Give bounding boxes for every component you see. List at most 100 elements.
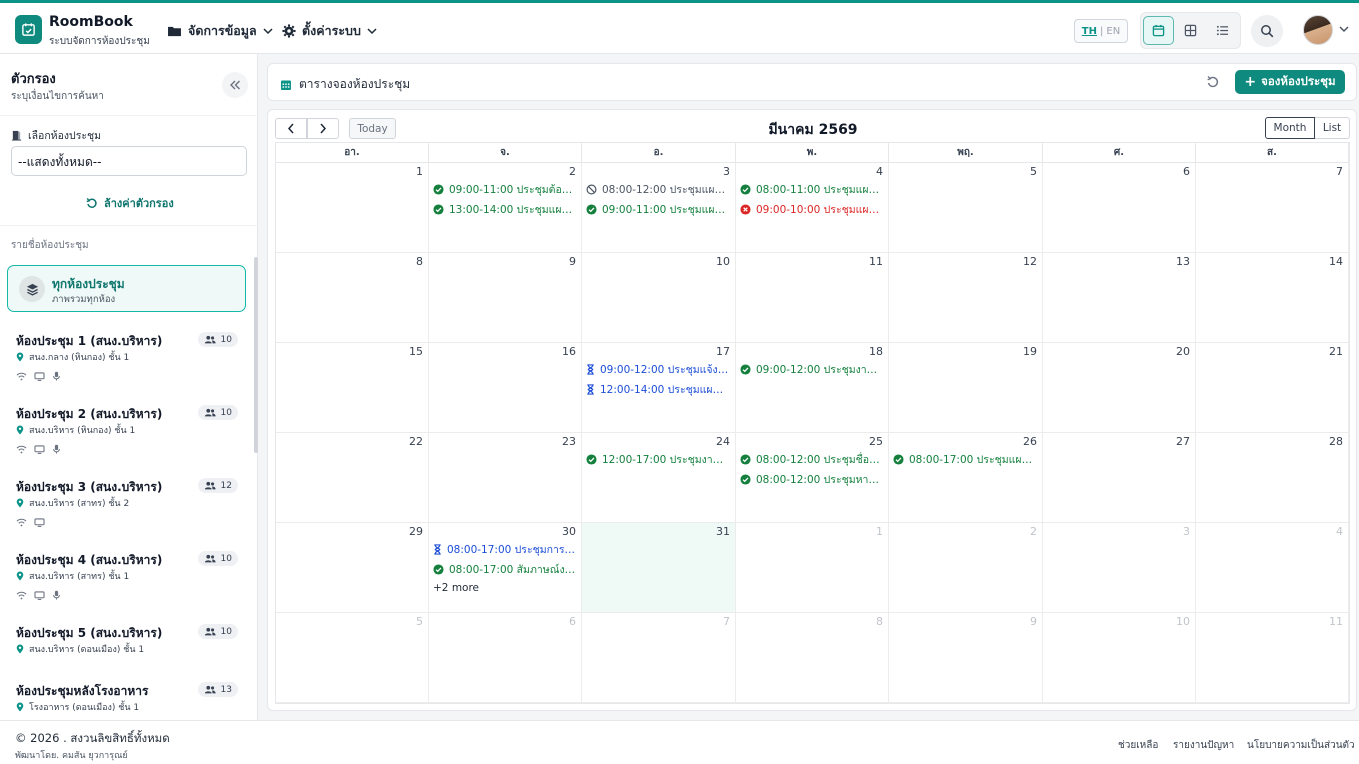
day-number[interactable]: 9 xyxy=(569,255,576,268)
booking-event[interactable]: 08:00-17:00 สัมภาษณ์งาน xyxy=(433,561,577,578)
user-avatar[interactable] xyxy=(1303,15,1333,45)
day-cell[interactable]: 1 xyxy=(736,523,889,613)
grid-view-button[interactable] xyxy=(1175,16,1206,45)
room-item[interactable]: ห้องประชุม 4 (สนง.บริหาร) 10 สนง.บริหาร (ส… xyxy=(16,551,238,611)
booking-event[interactable]: 09:00-11:00 ประชุมต้อนรับ xyxy=(433,181,577,198)
day-cell[interactable]: 27 xyxy=(1043,433,1196,523)
day-cell[interactable]: 10 xyxy=(582,253,736,343)
booking-event[interactable]: 08:00-12:00 ประชุมชื่ออุปกรณ์ xyxy=(740,451,884,468)
collapse-sidebar-button[interactable] xyxy=(222,72,248,98)
day-cell[interactable]: 14 xyxy=(1196,253,1349,343)
booking-event[interactable]: 09:00-10:00 ประชุมแผนงาน xyxy=(740,201,884,218)
day-number[interactable]: 24 xyxy=(716,435,730,448)
day-number[interactable]: 21 xyxy=(1329,345,1343,358)
lang-th[interactable]: TH xyxy=(1082,26,1097,37)
all-rooms-item[interactable]: ทุกห้องประชุม ภาพรวมทุกห้อง xyxy=(7,265,246,312)
day-number[interactable]: 4 xyxy=(876,165,883,178)
day-number[interactable]: 29 xyxy=(409,525,423,538)
lang-en[interactable]: EN xyxy=(1106,26,1120,37)
day-number[interactable]: 25 xyxy=(869,435,883,448)
day-number[interactable]: 18 xyxy=(869,345,883,358)
day-cell[interactable]: 25 08:00-12:00 ประชุมชื่ออุปกรณ์ 08:00-12:… xyxy=(736,433,889,523)
day-number[interactable]: 14 xyxy=(1329,255,1343,268)
day-cell[interactable]: 24 12:00-17:00 ประชุมงานวิจัย xyxy=(582,433,736,523)
day-cell[interactable]: 6 xyxy=(1043,163,1196,253)
day-cell[interactable]: 9 xyxy=(889,613,1043,703)
booking-event[interactable]: 08:00-11:00 ประชุมแผนงาน xyxy=(740,181,884,198)
day-number[interactable]: 15 xyxy=(409,345,423,358)
day-number[interactable]: 9 xyxy=(1030,615,1037,628)
day-cell[interactable]: 22 xyxy=(276,433,429,523)
day-number[interactable]: 22 xyxy=(409,435,423,448)
day-cell[interactable]: 8 xyxy=(736,613,889,703)
day-number[interactable]: 28 xyxy=(1329,435,1343,448)
day-number[interactable]: 1 xyxy=(876,525,883,538)
day-number[interactable]: 16 xyxy=(562,345,576,358)
book-room-button[interactable]: + จองห้องประชุม xyxy=(1235,70,1345,94)
nav-system-settings[interactable]: ตั้งค่าระบบ xyxy=(282,21,377,41)
booking-event[interactable]: 09:00-12:00 ประชุมแจ้งสถานะ xyxy=(586,361,730,378)
day-number[interactable]: 8 xyxy=(416,255,423,268)
day-cell[interactable]: 3 08:00-12:00 ประชุมแผนงาน 09:00-11:00 ประ… xyxy=(582,163,736,253)
room-item[interactable]: ห้องประชุม 2 (สนง.บริหาร) 10 สนง.บริหาร (ห… xyxy=(16,405,238,465)
day-number[interactable]: 19 xyxy=(1023,345,1037,358)
day-number[interactable]: 4 xyxy=(1336,525,1343,538)
day-cell[interactable]: 7 xyxy=(582,613,736,703)
day-number[interactable]: 27 xyxy=(1176,435,1190,448)
day-cell[interactable]: 5 xyxy=(889,163,1043,253)
booking-event[interactable]: 12:00-14:00 ประชุมแผนกการเงิน xyxy=(586,381,730,398)
day-cell[interactable]: 26 08:00-17:00 ประชุมแผนงานประจำปี xyxy=(889,433,1043,523)
day-number[interactable]: 10 xyxy=(1176,615,1190,628)
day-number[interactable]: 11 xyxy=(869,255,883,268)
day-cell[interactable]: 16 xyxy=(429,343,582,433)
day-number[interactable]: 30 xyxy=(562,525,576,538)
day-cell[interactable]: 10 xyxy=(1043,613,1196,703)
booking-event[interactable]: 09:00-11:00 ประชุมแผนงาน xyxy=(586,201,730,218)
day-number[interactable]: 1 xyxy=(416,165,423,178)
booking-event[interactable]: 08:00-17:00 ประชุมการขึ้นทะเบียน xyxy=(433,541,577,558)
day-cell[interactable]: 21 xyxy=(1196,343,1349,433)
booking-event[interactable]: 08:00-12:00 ประชุมหาลูกค้า xyxy=(740,471,884,488)
day-cell[interactable]: 6 xyxy=(429,613,582,703)
room-item[interactable]: ห้องประชุม 3 (สนง.บริหาร) 12 สนง.บริหาร (ส… xyxy=(16,478,238,538)
day-number[interactable]: 20 xyxy=(1176,345,1190,358)
day-cell[interactable]: 28 xyxy=(1196,433,1349,523)
day-cell[interactable]: 4 xyxy=(1196,523,1349,613)
day-number[interactable]: 6 xyxy=(1183,165,1190,178)
day-number[interactable]: 3 xyxy=(1183,525,1190,538)
day-cell[interactable]: 7 xyxy=(1196,163,1349,253)
day-number[interactable]: 12 xyxy=(1023,255,1037,268)
day-cell[interactable]: 20 xyxy=(1043,343,1196,433)
day-cell[interactable]: 2 xyxy=(889,523,1043,613)
day-number[interactable]: 7 xyxy=(723,615,730,628)
day-number[interactable]: 5 xyxy=(416,615,423,628)
day-number[interactable]: 31 xyxy=(716,525,730,538)
day-number[interactable]: 5 xyxy=(1030,165,1037,178)
booking-event[interactable]: 08:00-17:00 ประชุมแผนงานประจำปี xyxy=(893,451,1037,468)
day-cell[interactable]: 13 xyxy=(1043,253,1196,343)
list-view-button[interactable] xyxy=(1207,16,1238,45)
day-number[interactable]: 7 xyxy=(1336,165,1343,178)
day-cell[interactable]: 30 08:00-17:00 ประชุมการขึ้นทะเบียน 08:00-… xyxy=(429,523,582,613)
day-number[interactable]: 13 xyxy=(1176,255,1190,268)
room-item[interactable]: ห้องประชุม 5 (สนง.บริหาร) 10 สนง.บริหาร (ด… xyxy=(16,624,238,684)
day-cell[interactable]: 23 xyxy=(429,433,582,523)
room-item[interactable]: ห้องประชุม 1 (สนง.บริหาร) 10 สนง.กลาง (หิน… xyxy=(16,332,238,392)
reset-filter-button[interactable]: ล้างค่าตัวกรอง xyxy=(86,194,174,212)
report-issue-link[interactable]: รายงานปัญหา xyxy=(1173,738,1234,753)
sidebar-scrollbar[interactable] xyxy=(254,257,258,453)
day-cell[interactable]: 29 xyxy=(276,523,429,613)
day-cell[interactable]: 2 09:00-11:00 ประชุมต้อนรับ 13:00-14:00 ปร… xyxy=(429,163,582,253)
search-button[interactable] xyxy=(1251,15,1283,47)
day-number[interactable]: 23 xyxy=(562,435,576,448)
day-cell[interactable]: 11 xyxy=(1196,613,1349,703)
nav-manage-data[interactable]: จัดการข้อมูล xyxy=(167,21,273,41)
day-number[interactable]: 2 xyxy=(1030,525,1037,538)
day-cell[interactable]: 8 xyxy=(276,253,429,343)
day-cell[interactable]: 12 xyxy=(889,253,1043,343)
booking-event[interactable]: 08:00-12:00 ประชุมแผนงาน xyxy=(586,181,730,198)
language-switch[interactable]: TH | EN xyxy=(1074,19,1128,43)
booking-event[interactable]: 09:00-12:00 ประชุมงานจัดซื้อ xyxy=(740,361,884,378)
calendar-view-button[interactable] xyxy=(1143,16,1174,45)
chevron-down-icon[interactable] xyxy=(1339,25,1349,33)
